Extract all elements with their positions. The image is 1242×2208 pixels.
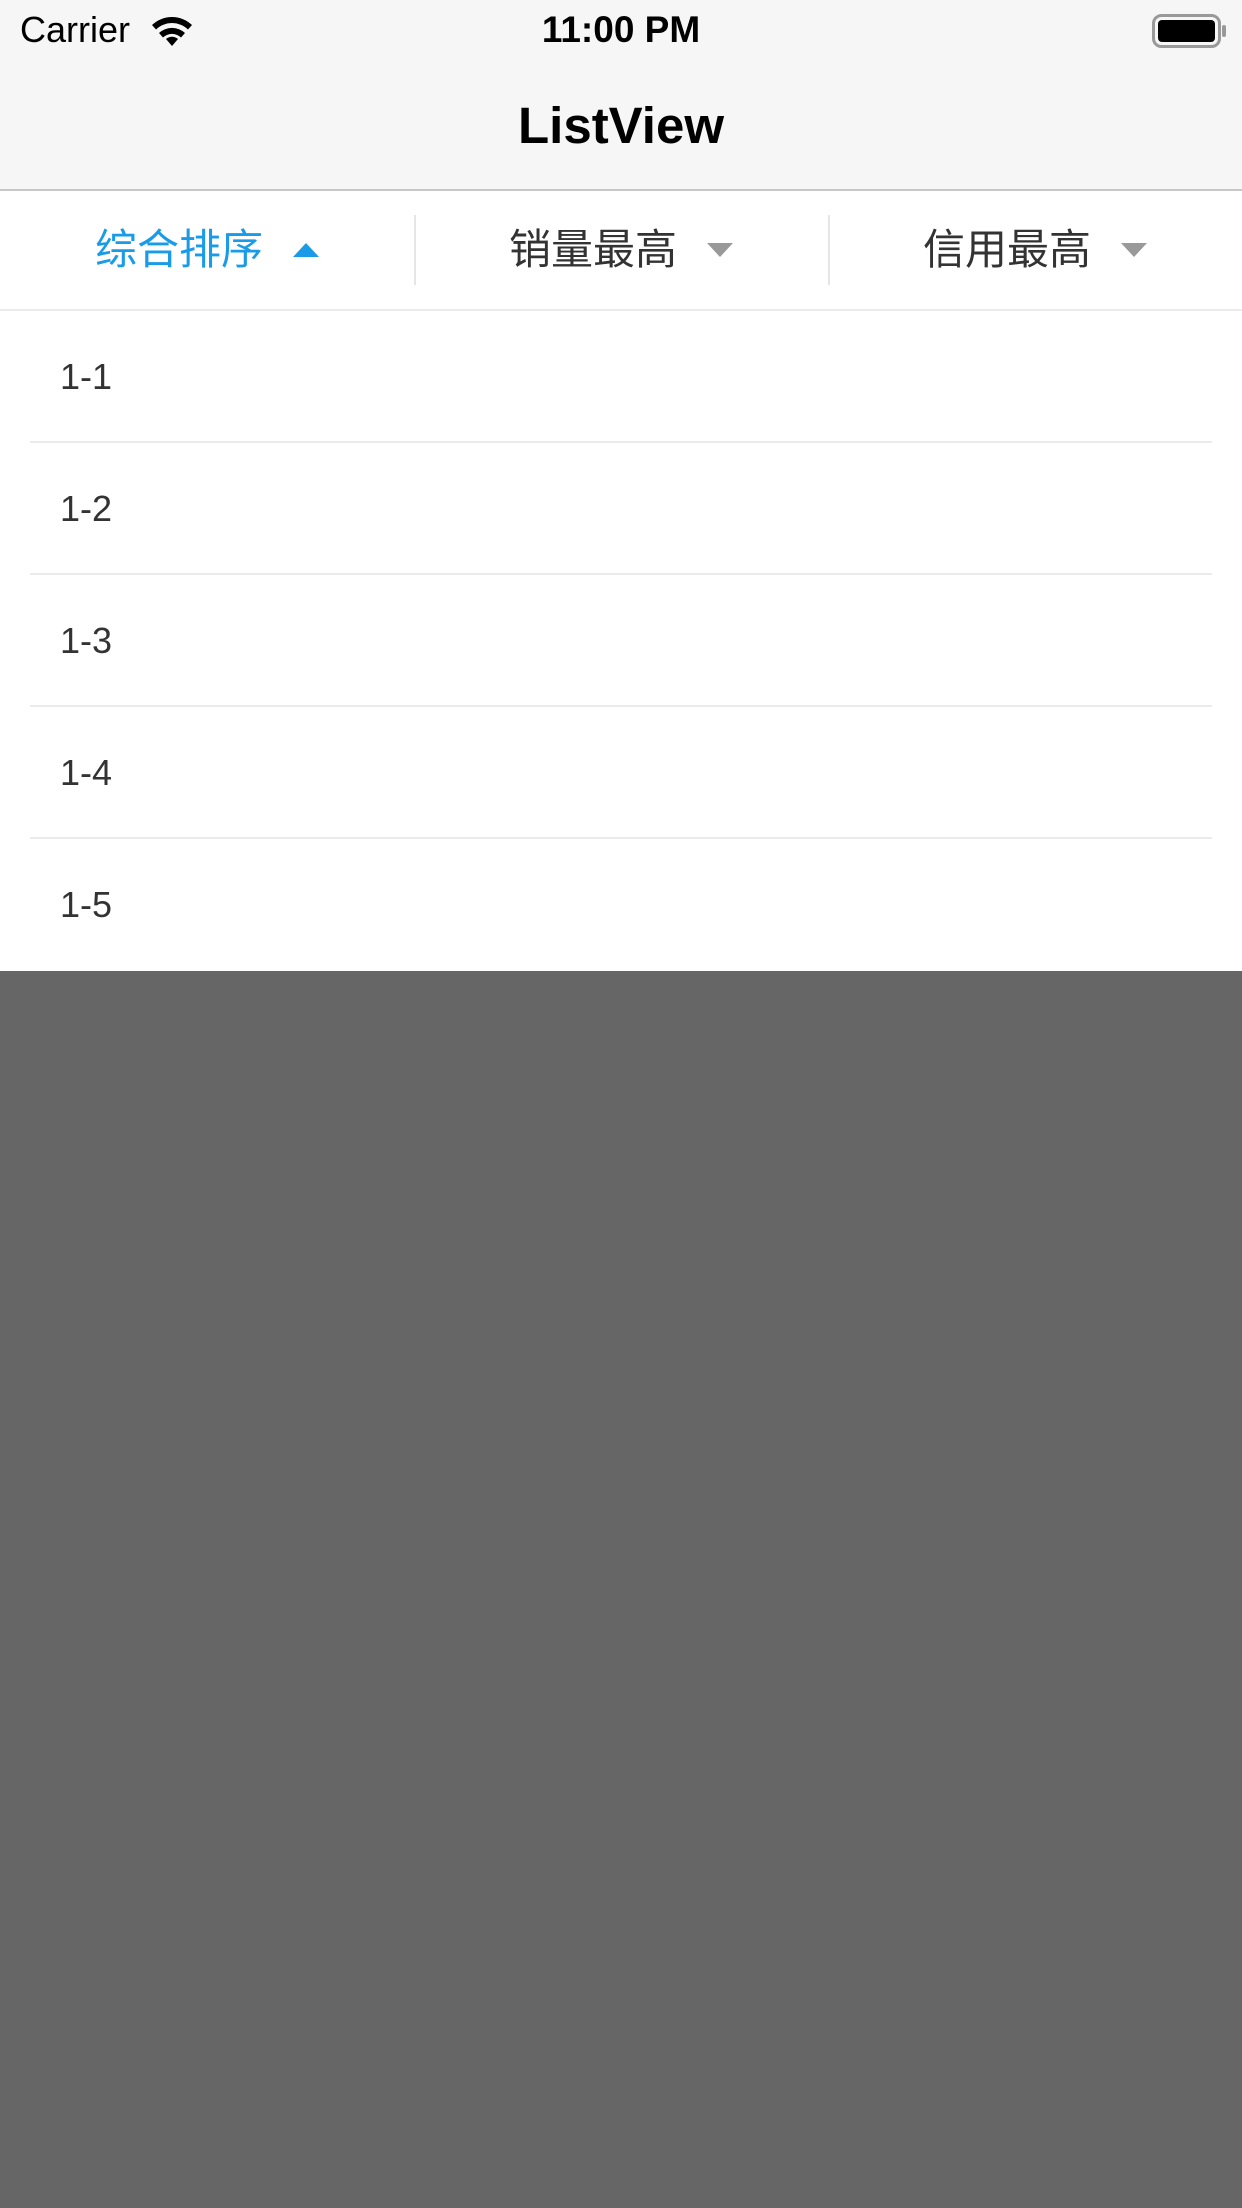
dim-overlay[interactable]	[0, 971, 1242, 2208]
filter-tab-label: 销量最高	[508, 225, 677, 274]
filter-tab-credit-highest[interactable]: 信用最高	[828, 191, 1242, 309]
list-item[interactable]: 1-4	[0, 707, 1242, 839]
list-item[interactable]: 1-5	[0, 839, 1242, 971]
filter-tab-label: 信用最高	[922, 225, 1091, 274]
list-item-label: 1-4	[60, 752, 113, 793]
navigation-bar: ListView	[0, 60, 1242, 191]
status-bar: Carrier 11:00 PM	[0, 0, 1242, 60]
filter-tab-sales-highest[interactable]: 销量最高	[414, 191, 828, 309]
filter-tab-label: 综合排序	[94, 225, 263, 274]
list-item[interactable]: 1-3	[0, 575, 1242, 707]
list-item-label: 1-1	[60, 356, 113, 397]
list-item-label: 1-3	[60, 620, 113, 661]
battery-full-icon	[1152, 14, 1226, 48]
status-time: 11:00 PM	[541, 9, 701, 50]
screen: Carrier 11:00 PM ListView 综合排序 销量最高 信用最高…	[0, 0, 1242, 2208]
dropdown-list: 1-1 1-2 1-3 1-4 1-5	[0, 311, 1242, 971]
filter-tab-comprehensive-sort[interactable]: 综合排序	[0, 191, 414, 309]
list-item[interactable]: 1-1	[0, 311, 1242, 443]
triangle-down-icon	[1121, 243, 1147, 257]
triangle-up-icon	[293, 243, 319, 257]
list-item[interactable]: 1-2	[0, 443, 1242, 575]
triangle-down-icon	[707, 243, 733, 257]
sort-filter-bar: 综合排序 销量最高 信用最高	[0, 191, 1242, 311]
page-title: ListView	[518, 97, 724, 154]
list-item-label: 1-5	[60, 884, 113, 925]
list-item-label: 1-2	[60, 488, 113, 529]
